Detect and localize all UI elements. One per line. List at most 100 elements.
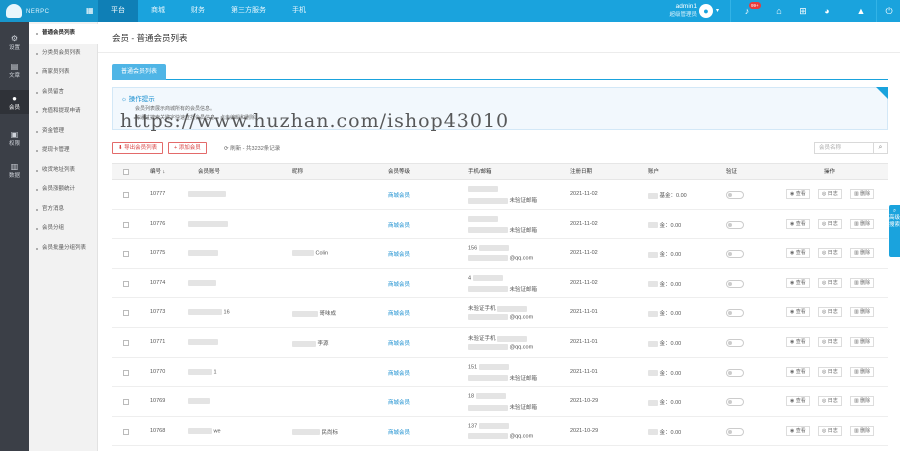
verify-toggle[interactable]	[726, 250, 744, 259]
log-button[interactable]: ◎ 日志	[818, 337, 842, 347]
view-button[interactable]: ◉ 查看	[786, 307, 810, 318]
submenu-item[interactable]: 提现卡管理	[29, 141, 98, 161]
member-level-link[interactable]: 商城会员	[388, 309, 410, 317]
nav-third-party[interactable]: 第三方服务	[218, 0, 279, 22]
member-level-link[interactable]: 商城会员	[388, 191, 410, 199]
log-button[interactable]: ◎ 日志	[818, 307, 842, 318]
view-button[interactable]: ◉ 查看	[786, 218, 810, 229]
log-button[interactable]: ◎ 日志	[818, 189, 842, 199]
member-level-link[interactable]: 商城会员	[388, 428, 410, 436]
verify-toggle[interactable]	[726, 339, 744, 347]
export-button[interactable]: ⬇ 导出会员列表	[112, 142, 164, 154]
delete-button[interactable]: ▥ 删除	[850, 396, 875, 407]
view-button[interactable]: ◉ 查看	[786, 425, 810, 436]
delete-button[interactable]: ▥ 删除	[850, 337, 875, 347]
leftbar-item-data[interactable]: ▥ 数据	[0, 158, 29, 182]
leftbar-item-member[interactable]: ● 会员	[0, 90, 29, 114]
search-icon[interactable]: ⌕	[874, 142, 888, 154]
delete-button[interactable]: ▥ 删除	[850, 248, 875, 259]
row-checkbox[interactable]	[123, 310, 129, 317]
delete-button[interactable]: ▥ 删除	[850, 218, 875, 229]
member-level-link[interactable]: 商城会员	[388, 280, 410, 288]
member-level-link[interactable]: 商城会员	[388, 339, 410, 347]
view-button[interactable]: ◉ 查看	[786, 189, 810, 199]
search-input[interactable]: 会员名称	[814, 142, 874, 154]
submenu-item[interactable]: 会员留言	[29, 83, 98, 103]
submenu-item[interactable]: 会员分组	[29, 219, 98, 239]
row-checkbox[interactable]	[123, 280, 129, 287]
delete-button[interactable]: ▥ 删除	[850, 277, 875, 288]
view-button[interactable]: ◉ 查看	[786, 396, 810, 407]
logo-mark	[6, 4, 22, 18]
view-button[interactable]: ◉ 查看	[786, 248, 810, 259]
verify-toggle[interactable]	[726, 220, 744, 229]
bell-icon[interactable]: ♪ 99+	[741, 2, 761, 17]
log-button[interactable]: ◎ 日志	[818, 425, 842, 436]
collapse-corner[interactable]	[876, 87, 888, 99]
delete-button[interactable]: ▥ 删除	[850, 425, 875, 436]
user-info[interactable]: admin1 超级管理员	[661, 3, 697, 19]
advanced-search-button[interactable]: ⌕ 高级搜索	[889, 205, 900, 257]
row-checkbox[interactable]	[123, 192, 129, 198]
power-icon[interactable]: ⏻	[883, 5, 895, 17]
verify-toggle[interactable]	[726, 398, 744, 407]
verify-toggle[interactable]	[726, 368, 744, 377]
submenu-item[interactable]: 充值和提现申请	[29, 102, 98, 122]
nav-platform[interactable]: 平台	[98, 0, 138, 22]
verify-toggle[interactable]	[726, 309, 744, 318]
select-all-checkbox[interactable]	[123, 169, 129, 175]
row-checkbox[interactable]	[123, 369, 129, 376]
member-id: 10768	[150, 427, 166, 434]
avatar[interactable]: ●	[699, 4, 713, 18]
refresh-button[interactable]: ⟳ 刷新 - 共3232条记录	[224, 144, 280, 152]
log-button[interactable]: ◎ 日志	[818, 248, 842, 259]
row-checkbox[interactable]	[123, 399, 129, 406]
nav-mall[interactable]: 商城	[138, 0, 178, 22]
menu-toggle-icon[interactable]: ▦	[86, 7, 94, 15]
delete-button[interactable]: ▥ 删除	[850, 189, 875, 199]
leftbar-item-settings[interactable]: ⚙ 设置	[0, 30, 29, 54]
nav-mobile[interactable]: 手机	[279, 0, 319, 22]
add-member-button[interactable]: + 添加会员	[168, 142, 207, 154]
submenu-item[interactable]: 资金管理	[29, 122, 98, 142]
home-icon[interactable]: ⌂	[773, 5, 785, 17]
member-level-link[interactable]: 商城会员	[388, 221, 410, 229]
clean-icon[interactable]: ▲	[855, 5, 867, 17]
row-checkbox[interactable]	[123, 251, 129, 258]
member-email: @qq.com	[468, 344, 533, 350]
submenu-item[interactable]: 分类员会员列表	[29, 44, 98, 64]
submenu-item[interactable]: 会员涨额统计	[29, 180, 98, 200]
log-button[interactable]: ◎ 日志	[818, 396, 842, 407]
palette-icon[interactable]: ◕	[821, 5, 833, 17]
delete-button[interactable]: ▥ 删除	[850, 307, 875, 318]
submenu-item[interactable]: 普通会员列表	[29, 24, 98, 44]
view-button[interactable]: ◉ 查看	[786, 366, 810, 377]
tab-member-list[interactable]: 普通会员列表	[112, 64, 167, 80]
sitemap-icon[interactable]: ⊞	[797, 5, 809, 17]
submenu-item[interactable]: 收货地址列表	[29, 161, 98, 181]
submenu-item[interactable]: 官方消息	[29, 200, 98, 220]
row-checkbox[interactable]	[123, 340, 129, 346]
row-checkbox[interactable]	[123, 221, 129, 228]
verify-toggle[interactable]	[726, 427, 744, 436]
view-button[interactable]: ◉ 查看	[786, 277, 810, 288]
log-button[interactable]: ◎ 日志	[818, 366, 842, 377]
submenu-item[interactable]: 商家员列表	[29, 63, 98, 83]
leftbar-item-article[interactable]: ▤ 文章	[0, 58, 29, 82]
row-checkbox[interactable]	[123, 428, 129, 435]
col-id[interactable]: 编号 ↓	[150, 164, 165, 180]
log-button[interactable]: ◎ 日志	[818, 277, 842, 288]
redacted	[468, 314, 508, 321]
verify-toggle[interactable]	[726, 279, 744, 288]
member-level-link[interactable]: 商城会员	[388, 369, 410, 377]
submenu-item[interactable]: 会员批量分组列表	[29, 239, 98, 259]
view-button[interactable]: ◉ 查看	[786, 337, 810, 347]
leftbar-item-permission[interactable]: ▣ 权限	[0, 126, 29, 150]
delete-button[interactable]: ▥ 删除	[850, 366, 875, 377]
member-level-link[interactable]: 商城会员	[388, 250, 410, 258]
nav-finance[interactable]: 财务	[178, 0, 218, 22]
member-level-link[interactable]: 商城会员	[388, 398, 410, 406]
chevron-down-icon[interactable]: ▾	[716, 7, 719, 14]
log-button[interactable]: ◎ 日志	[818, 218, 842, 229]
verify-toggle[interactable]	[726, 191, 744, 199]
